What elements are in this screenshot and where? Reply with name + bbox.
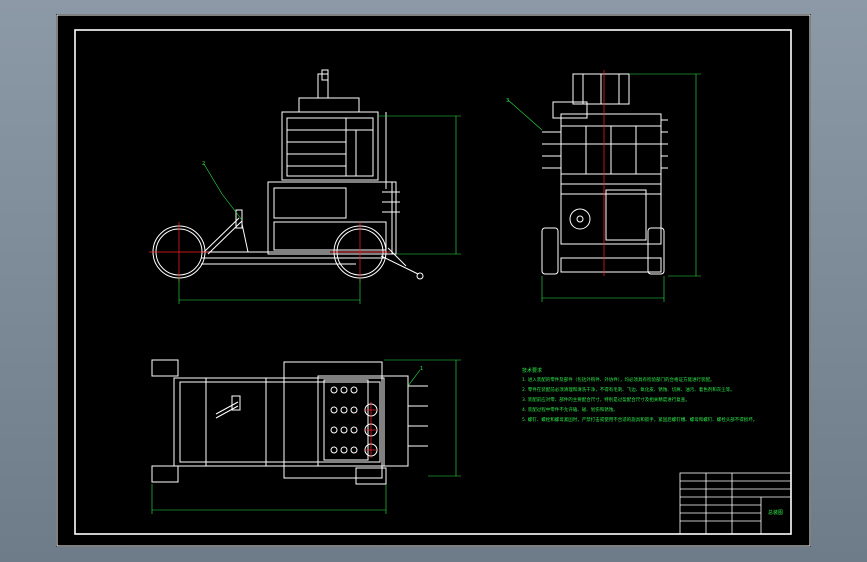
part-label-1: 1 xyxy=(420,366,423,372)
part-label-2: 2 xyxy=(202,161,205,167)
cad-drawing: 2 3 1 总装图 xyxy=(56,14,811,547)
side-view-dimensions xyxy=(178,115,461,304)
note-item-3: 3. 装配前应对零、部件的主要配合尺寸，特别是过盈配合尺寸及相关精度进行复查。 xyxy=(522,398,690,403)
notes-title: 技术要求 xyxy=(522,368,543,374)
top-view-dimensions xyxy=(151,359,461,514)
drawing-sheet: 2 3 1 总装图 技术要求 1. 进入装配的零件及部件（包括外购件、外协件），… xyxy=(56,14,811,547)
top-view xyxy=(151,359,428,485)
note-item-1: 1. 进入装配的零件及部件（包括外购件、外协件），均必须具有检验部门的合格证方能… xyxy=(522,378,715,383)
top-view-centerlines xyxy=(365,402,377,458)
side-view xyxy=(152,69,424,280)
note-item-5: 5. 螺钉、螺栓和螺母紧固时，严禁打击或使用不合适的旋具和扳手，紧固后螺钉槽、螺… xyxy=(522,418,758,423)
inner-frame xyxy=(74,29,792,535)
front-view xyxy=(541,73,668,275)
note-item-4: 4. 装配过程中零件不允许磕、碰、划伤和锈蚀。 xyxy=(522,408,618,413)
title-block xyxy=(679,472,792,535)
part-label-3: 3 xyxy=(506,98,509,104)
front-view-dimensions xyxy=(507,73,701,302)
technical-notes: 技术要求 1. 进入装配的零件及部件（包括外购件、外协件），均必须具有检验部门的… xyxy=(522,366,757,426)
title-block-name: 总装图 xyxy=(768,509,783,516)
note-item-2: 2. 零件在装配前必须清理和清洗干净，不得有毛刺、飞边、氧化皮、锈蚀、切屑、油污… xyxy=(522,388,735,393)
